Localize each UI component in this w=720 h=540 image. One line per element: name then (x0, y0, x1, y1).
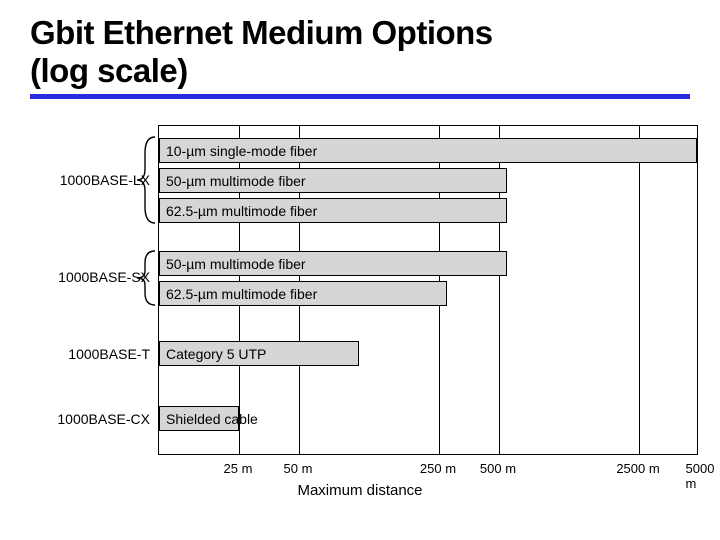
ylabel-cx: 1000BASE-CX (57, 411, 150, 427)
bar-label: 62.5-µm multimode fiber (166, 203, 317, 219)
title-line-1: Gbit Ethernet Medium Options (30, 14, 493, 51)
xtick-2500: 2500 m (616, 461, 659, 476)
bar-label: 62.5-µm multimode fiber (166, 286, 317, 302)
bar-lx-625um: 62.5-µm multimode fiber (159, 198, 507, 223)
bar-sx-50um: 50-µm multimode fiber (159, 251, 507, 276)
xtick-50: 50 m (284, 461, 313, 476)
bar-t-cat5: Category 5 UTP (159, 341, 359, 366)
brace-sx (135, 249, 157, 307)
ylabel-t: 1000BASE-T (68, 346, 150, 362)
brace-lx (135, 135, 157, 225)
bar-label: Category 5 UTP (166, 346, 266, 362)
xtick-500: 500 m (480, 461, 516, 476)
title-underline (30, 94, 690, 99)
bar-lx-50um: 50-µm multimode fiber (159, 168, 507, 193)
bar-label: 50-µm multimode fiber (166, 173, 306, 189)
bar-label: 10-µm single-mode fiber (166, 143, 317, 159)
chart-plot-area: 10-µm single-mode fiber 50-µm multimode … (158, 125, 698, 455)
xtick-250: 250 m (420, 461, 456, 476)
xtick-25: 25 m (224, 461, 253, 476)
bar-sx-625um: 62.5-µm multimode fiber (159, 281, 447, 306)
x-axis-label: Maximum distance (0, 482, 720, 499)
bar-lx-10um: 10-µm single-mode fiber (159, 138, 697, 163)
bar-cx-stp: Shielded cable (159, 406, 239, 431)
gridline-2500 (639, 126, 640, 454)
bar-label: Shielded cable (166, 411, 258, 427)
bar-label: 50-µm multimode fiber (166, 256, 306, 272)
page-title: Gbit Ethernet Medium Options (log scale) (30, 14, 690, 90)
title-line-2: (log scale) (30, 52, 188, 89)
